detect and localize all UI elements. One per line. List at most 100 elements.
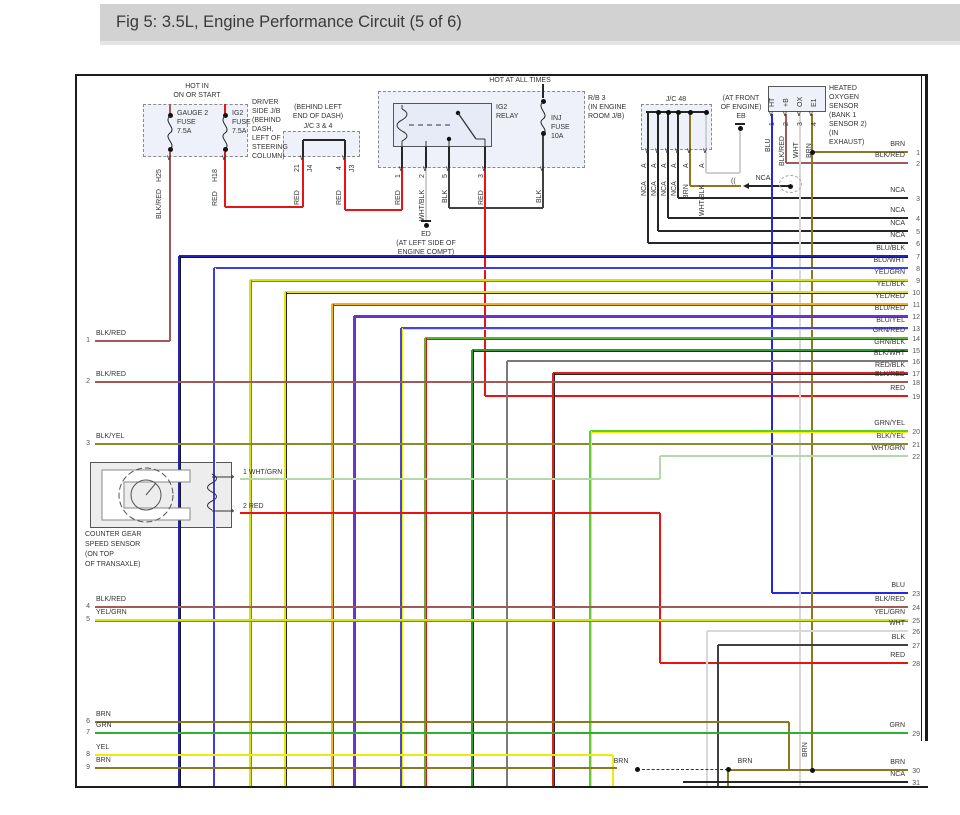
label: (( xyxy=(731,178,736,186)
label: LEFT OF xyxy=(252,135,281,143)
right-terminal-number-2: 2 xyxy=(916,161,920,168)
wire-jc48-nca-6 xyxy=(647,112,649,243)
right-terminal-label-2: BLK/RED xyxy=(875,152,905,159)
label: 2 xyxy=(783,122,791,126)
right-terminal-label-8: BLU/WHT xyxy=(874,257,906,264)
label: BLK xyxy=(536,190,544,203)
label: J3 xyxy=(349,165,357,172)
junction-dot xyxy=(810,768,815,773)
label: DASH, xyxy=(252,126,273,134)
wire-w3-21 xyxy=(95,443,908,445)
right-terminal-label-14: GRN/RED xyxy=(873,327,905,334)
ig2-relay-internals-icon xyxy=(393,103,492,147)
wire-w31-nca xyxy=(683,781,908,783)
wire-w12 xyxy=(353,316,356,786)
left-terminal-number-4: 4 xyxy=(78,603,90,610)
label: J/C 48 xyxy=(666,96,686,104)
right-terminal-number-24: 24 xyxy=(912,605,920,612)
right-terminal-number-8: 8 xyxy=(916,266,920,273)
ground-eb-dot xyxy=(738,126,743,131)
label: 2 RED xyxy=(243,503,264,511)
wire-w22-whtgrn xyxy=(660,455,908,457)
label: EB xyxy=(736,113,745,121)
right-terminal-number-16: 16 xyxy=(912,359,920,366)
wire-ig2-red xyxy=(302,157,304,207)
left-terminal-label-5: YEL/GRN xyxy=(96,609,127,616)
wire-sensor-red-28 xyxy=(240,512,660,514)
wire-w5-25 xyxy=(95,619,908,622)
label: (AT LEFT SIDE OF xyxy=(396,240,456,248)
label: SENSOR xyxy=(829,103,859,111)
junction-dot xyxy=(810,150,815,155)
wire-jc48-nca-6 xyxy=(648,242,908,244)
wire-w26 xyxy=(707,630,908,632)
right-terminal-number-11: 11 xyxy=(913,302,920,309)
right-terminal-number-3: 3 xyxy=(916,196,920,203)
label: (BEHIND xyxy=(252,117,281,125)
label: J4 xyxy=(307,165,315,172)
label: (IN ENGINE xyxy=(588,104,626,112)
label: EXHAUST) xyxy=(829,139,864,147)
right-terminal-label-28: RED xyxy=(890,652,905,659)
label: +B xyxy=(783,98,791,107)
left-terminal-label-2: BLK/RED xyxy=(96,371,126,378)
right-terminal-number-31: 31 xyxy=(912,780,920,787)
left-terminal-number-8: 8 xyxy=(78,751,90,758)
label: 7.5A xyxy=(232,128,246,136)
wire-w14 xyxy=(425,337,908,340)
ground-ed-dot xyxy=(424,223,429,228)
label: HOT IN xyxy=(185,83,209,91)
label: 3 xyxy=(797,122,805,126)
right-terminal-label-5: NCA xyxy=(890,220,905,227)
label: OX xyxy=(797,97,805,107)
nca-arrowhead-icon xyxy=(743,183,749,189)
wire-w10 xyxy=(284,292,287,786)
right-terminal-label-22: WHT/GRN xyxy=(872,445,905,452)
connector-pin-icon: ∨ xyxy=(398,165,404,173)
left-terminal-number-6: 6 xyxy=(78,718,90,725)
right-terminal-number-14: 14 xyxy=(912,336,920,343)
wire-jc48-whtblk-eb xyxy=(739,131,741,173)
right-terminal-label-4: NCA xyxy=(890,207,905,214)
label: RELAY xyxy=(496,113,518,121)
right-terminal-number-19: 19 xyxy=(912,394,920,401)
connector-pin-icon: ∨ xyxy=(422,165,428,173)
left-terminal-label-7: GRN xyxy=(96,722,112,729)
right-terminal-number-23: 23 xyxy=(912,591,920,598)
label: A xyxy=(683,163,691,168)
wire-w4-24 xyxy=(95,606,908,608)
wire-w11 xyxy=(332,303,908,306)
label: BLU xyxy=(765,138,773,152)
right-terminal-label-18: BLK/RED xyxy=(875,371,905,378)
wire-jc48-nca-5 xyxy=(658,230,908,232)
right-terminal-number-6: 6 xyxy=(916,241,920,248)
label: COLUMN) xyxy=(252,153,285,161)
right-terminal-label-30: BRN xyxy=(890,759,905,766)
left-terminal-number-5: 5 xyxy=(78,616,90,623)
wire-o2-wht xyxy=(799,114,801,786)
junction-dot xyxy=(676,110,681,115)
wire-w22-whtgrn xyxy=(659,456,661,479)
label: ENGINE COMPT) xyxy=(398,249,454,257)
wire-relay-pin-stubs xyxy=(542,84,544,98)
right-terminal-label-31: NCA xyxy=(890,771,905,778)
right-terminal-number-30: 30 xyxy=(912,768,920,775)
label: (IN xyxy=(829,130,838,138)
right-terminal-label-23: BLU xyxy=(891,582,905,589)
right-terminal-number-25: 25 xyxy=(912,618,920,625)
left-terminal-label-9: BRN xyxy=(96,757,111,764)
connector-pin-icon: ∨ xyxy=(808,110,814,118)
label: STEERING xyxy=(252,144,288,152)
wire-w20 xyxy=(590,430,908,433)
right-terminal-number-4: 4 xyxy=(916,216,920,223)
wire-w9 xyxy=(249,280,252,786)
right-terminal-label-25: YEL/GRN xyxy=(874,609,905,616)
title-bar-shadow xyxy=(100,41,960,45)
label: RED xyxy=(294,190,302,205)
label: RED xyxy=(395,190,403,205)
counter-gear-sensor-icon xyxy=(90,462,240,528)
connector-pin-icon: ∨ xyxy=(166,154,172,162)
wire-w17 xyxy=(553,372,908,375)
right-terminal-label-20: GRN/YEL xyxy=(874,420,905,427)
inj-fuse-icon xyxy=(536,97,550,139)
